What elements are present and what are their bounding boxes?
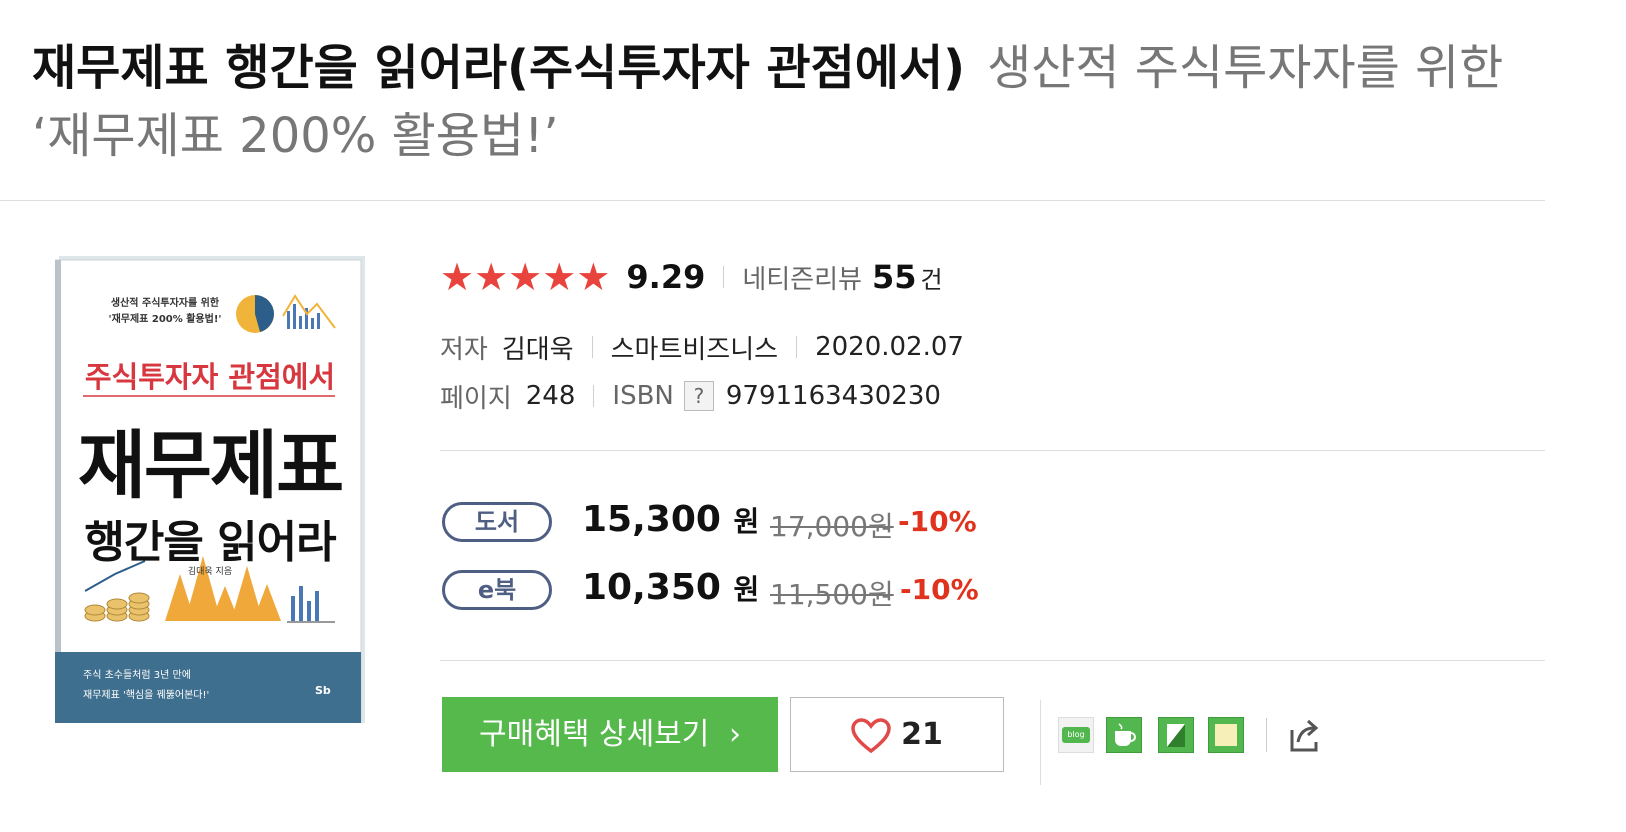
chevron-right-icon: › [728, 717, 741, 752]
isbn-number: 9791163430230 [725, 381, 941, 411]
book-original-price: 17,000원 [770, 510, 894, 543]
ebook-original-price: 11,500원 [770, 578, 894, 611]
cover-tagline: 생산적 주식투자자를 위한 '재무제표 200% 활용법!' [85, 296, 245, 328]
review-count[interactable]: 55 [872, 258, 917, 296]
page-count: 248 [525, 381, 576, 411]
heart-icon [851, 717, 891, 753]
divider [796, 336, 798, 358]
book-price-unit: 원 [733, 505, 760, 538]
cover-big-title-1: 재무제표 [77, 423, 344, 509]
star-icon: ★ [440, 255, 475, 299]
publish-date: 2020.02.07 [815, 332, 964, 362]
review-label[interactable]: 네티즌리뷰 [742, 259, 862, 296]
book-price-group: 15,300 원 [582, 499, 759, 540]
book-discount: -10% [898, 505, 977, 538]
pages-isbn-row: 페이지 248 ISBN ? 9791163430230 [440, 376, 941, 416]
cover-tagline-1: 생산적 주식투자자를 위한 [110, 298, 220, 309]
memo-paper-icon [1215, 724, 1237, 746]
author-name[interactable]: 김대욱 [502, 329, 574, 366]
ebook-price-unit: 원 [733, 573, 760, 606]
rating-score: 9.29 [626, 258, 706, 296]
share-divider [1266, 718, 1267, 752]
ebook-price: 10,350 [582, 567, 721, 608]
cover-bottom-line-2: 재무제표 '핵심을 꿰뚫어본다!' [83, 690, 210, 701]
title-divider [0, 200, 1545, 201]
star-icon: ★ [508, 255, 543, 299]
info-divider [440, 450, 1545, 451]
price-tag-ebook[interactable]: e북 [442, 570, 552, 610]
share-arrow-icon [1290, 719, 1319, 752]
star-half-icon: ★ [576, 255, 611, 299]
star-icon: ★ [474, 255, 509, 299]
purchase-benefits-label: 구매혜택 상세보기 [479, 717, 710, 752]
cover-author: 김대욱 지음 [187, 567, 233, 577]
author-row: 저자 김대욱 스마트비즈니스 2020.02.07 [440, 327, 964, 367]
isbn-help-icon[interactable]: ? [683, 381, 714, 411]
rating-row: ★ ★ ★ ★ ★ 9.29 네티즌리뷰 55 건 [440, 255, 943, 299]
like-button[interactable]: 21 [790, 697, 1004, 772]
isbn-label: ISBN [612, 381, 674, 411]
price-tag-book[interactable]: 도서 [442, 502, 552, 542]
bookmark-icon [1167, 724, 1185, 747]
ebook-discount: -10% [900, 573, 979, 606]
publisher-logo: Sb [315, 684, 331, 697]
ebook-price-group: 10,350 원 [582, 567, 759, 608]
book-cover[interactable]: 생산적 주식투자자를 위한 '재무제표 200% 활용법!' 주식투자자 관점에… [54, 256, 365, 724]
book-price: 15,300 [582, 499, 721, 540]
author-label: 저자 [440, 334, 488, 365]
share-icon[interactable] [1284, 714, 1326, 756]
blog-icon[interactable]: blog [1058, 717, 1094, 753]
cover-bottom-text: 주식 초수들처럼 3년 만에 재무제표 '핵심을 꿰뚫어본다!' [83, 666, 209, 706]
book-title: 재무제표 행간을 읽어라(주식투자자 관점에서) [32, 40, 966, 96]
publisher-name[interactable]: 스마트비즈니스 [611, 329, 778, 366]
cover-big-title-2: 행간을 읽어라 [84, 517, 336, 568]
cup-icon [1115, 723, 1136, 746]
rating-stars: ★ ★ ★ ★ ★ [440, 257, 610, 297]
keep-icon[interactable] [1158, 717, 1194, 753]
cafe-icon[interactable] [1106, 717, 1142, 753]
share-divider-left [1040, 700, 1041, 785]
purchase-benefits-button[interactable]: 구매혜택 상세보기 › [442, 697, 778, 772]
cover-bottom-line-1: 주식 초수들처럼 3년 만에 [83, 670, 191, 681]
price-divider [440, 660, 1545, 661]
divider [593, 385, 595, 407]
memo-icon[interactable] [1208, 717, 1244, 753]
book-title-block: 재무제표 행간을 읽어라(주식투자자 관점에서) 생산적 주식투자자를 위한 ‘재… [32, 34, 1562, 170]
blog-icon-label: blog [1062, 727, 1090, 743]
pages-label: 페이지 [440, 383, 512, 414]
cover-red-headline: 주식투자자 관점에서 [84, 360, 336, 394]
star-icon: ★ [542, 255, 577, 299]
divider [723, 266, 725, 288]
review-unit: 건 [920, 265, 943, 294]
like-count: 21 [901, 717, 943, 752]
divider [591, 336, 593, 358]
cover-tagline-2: '재무제표 200% 활용법!' [108, 314, 222, 325]
